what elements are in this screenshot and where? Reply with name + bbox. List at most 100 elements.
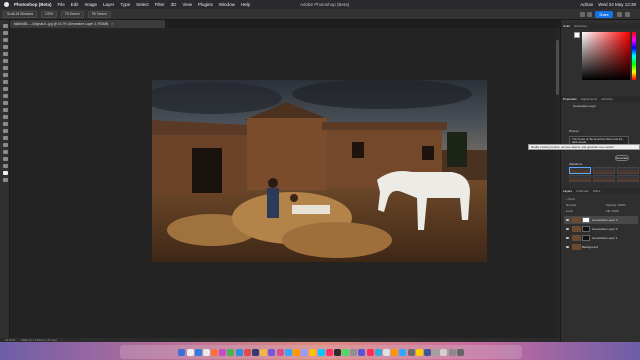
variation-thumbnail[interactable] xyxy=(569,167,591,174)
dock-app-icon[interactable] xyxy=(292,348,300,356)
zoom-level[interactable]: 16.67% xyxy=(5,338,15,342)
scrollbar-thumb[interactable] xyxy=(556,40,559,95)
menu-view[interactable]: View xyxy=(182,2,192,7)
layer-filter[interactable]: ⌕ Kind xyxy=(566,196,636,201)
gradient-tool-icon[interactable] xyxy=(2,108,8,112)
menu-file[interactable]: File xyxy=(58,2,65,7)
layer-row[interactable]: Background xyxy=(564,243,638,251)
dock-app-icon[interactable] xyxy=(448,348,456,356)
dock-app-icon[interactable] xyxy=(383,348,390,356)
menu-image[interactable]: Image xyxy=(85,2,98,7)
dock-app-icon[interactable] xyxy=(276,348,284,356)
search-icon[interactable] xyxy=(587,12,592,17)
rectangle-tool-icon[interactable] xyxy=(2,150,8,154)
dock-app-icon[interactable] xyxy=(333,348,341,356)
app-menu[interactable]: Photoshop (Beta) xyxy=(14,2,52,7)
dock-app-icon[interactable] xyxy=(399,348,407,356)
quick-mask-icon[interactable] xyxy=(2,178,8,182)
layer-mask-thumbnail[interactable] xyxy=(582,226,590,232)
dock-app-icon[interactable] xyxy=(243,348,251,356)
home-icon[interactable] xyxy=(580,12,585,17)
clock[interactable]: Wed 24 May 12:39 xyxy=(598,2,636,7)
document-tab[interactable]: fa8d0d55-...-Original-6...jpg @ 16.7% (G… xyxy=(10,20,165,28)
user-name[interactable]: Adrian xyxy=(580,2,593,7)
dock-app-icon[interactable] xyxy=(325,348,333,356)
lasso-tool-icon[interactable] xyxy=(2,38,8,42)
fill-field[interactable]: Fill: 100% xyxy=(606,209,619,213)
crop-tool-icon[interactable] xyxy=(2,52,8,56)
dock-app-icon[interactable] xyxy=(423,348,431,356)
dock-app-icon[interactable] xyxy=(268,348,276,356)
document-info[interactable]: 2048 px x 1365 px (72 ppi) xyxy=(21,338,57,342)
close-tab-icon[interactable]: × xyxy=(111,22,113,26)
layer-mask-thumbnail[interactable] xyxy=(582,235,590,241)
dock-app-icon[interactable] xyxy=(219,348,227,356)
hand-tool-icon[interactable] xyxy=(2,157,8,161)
opacity-field[interactable]: Opacity: 100% xyxy=(606,203,626,207)
type-tool-icon[interactable] xyxy=(2,136,8,140)
menu-3d[interactable]: 3D xyxy=(171,2,177,7)
dock-app-icon[interactable] xyxy=(186,348,194,356)
layer-filter-kind[interactable]: Kind xyxy=(569,197,575,201)
visibility-eye-icon[interactable] xyxy=(566,246,569,248)
dock-app-icon[interactable] xyxy=(342,348,350,356)
object-select-tool-icon[interactable] xyxy=(2,45,8,49)
tab-color[interactable]: Color xyxy=(563,24,570,28)
dock-app-icon[interactable] xyxy=(211,348,219,356)
cloud-icon[interactable] xyxy=(625,12,630,17)
pen-tool-icon[interactable] xyxy=(2,129,8,133)
variation-thumbnail[interactable] xyxy=(617,175,639,182)
blend-mode-select[interactable]: Normal xyxy=(566,203,576,207)
dock-app-icon[interactable] xyxy=(415,348,423,356)
layer-mask-thumbnail[interactable] xyxy=(582,217,590,223)
fit-screen-button[interactable]: Fit Screen xyxy=(61,10,84,18)
dock-app-icon[interactable] xyxy=(235,348,243,356)
dock-app-icon[interactable] xyxy=(252,348,259,356)
brush-tool-icon[interactable] xyxy=(2,80,8,84)
move-tool-icon[interactable] xyxy=(2,24,8,28)
menu-edit[interactable]: Edit xyxy=(71,2,79,7)
dock-app-icon[interactable] xyxy=(350,348,358,356)
healing-brush-tool-icon[interactable] xyxy=(2,73,8,77)
dock-app-icon[interactable] xyxy=(440,348,448,356)
dock-app-icon[interactable] xyxy=(227,348,235,356)
variation-thumbnail[interactable] xyxy=(593,175,615,182)
visibility-eye-icon[interactable] xyxy=(566,237,569,239)
tab-properties[interactable]: Properties xyxy=(563,97,577,101)
menu-help[interactable]: Help xyxy=(241,2,250,7)
foreground-swatch[interactable] xyxy=(574,32,580,38)
dock-app-icon[interactable] xyxy=(407,348,415,356)
tab-swatches[interactable]: Swatches xyxy=(574,24,587,28)
dock-app-icon[interactable] xyxy=(391,348,399,356)
marquee-tool-icon[interactable] xyxy=(2,31,8,35)
hue-slider[interactable] xyxy=(632,32,636,80)
visibility-eye-icon[interactable] xyxy=(566,219,569,221)
dock-app-icon[interactable] xyxy=(317,348,325,356)
tab-layers[interactable]: Layers xyxy=(563,189,572,193)
dock-app-icon[interactable] xyxy=(202,348,210,356)
layer-row[interactable]: Generative Layer 3 xyxy=(564,216,638,224)
dock-app-icon[interactable] xyxy=(284,348,292,356)
menu-plugins[interactable]: Plugins xyxy=(198,2,213,7)
generate-button[interactable]: Generate xyxy=(615,155,629,161)
dock-app-icon[interactable] xyxy=(432,348,440,356)
tab-libraries[interactable]: Libraries xyxy=(601,97,613,101)
dock-app-icon[interactable] xyxy=(456,348,464,356)
tab-channels[interactable]: Channels xyxy=(576,189,589,193)
frame-tool-icon[interactable] xyxy=(2,59,8,63)
clone-stamp-tool-icon[interactable] xyxy=(2,87,8,91)
zoom-100-button[interactable]: 100% xyxy=(41,10,58,18)
document-image[interactable] xyxy=(152,80,487,262)
layer-row[interactable]: Generative Layer 1 xyxy=(564,234,638,242)
tab-adjustments[interactable]: Adjustments xyxy=(581,97,598,101)
dock-app-icon[interactable] xyxy=(178,348,186,356)
dock-app-icon[interactable] xyxy=(309,348,317,356)
dock-app-icon[interactable] xyxy=(366,348,374,356)
tab-paths[interactable]: Paths xyxy=(593,189,601,193)
menu-type[interactable]: Type xyxy=(120,2,130,7)
share-button[interactable]: Share xyxy=(595,11,613,18)
menu-filter[interactable]: Filter xyxy=(155,2,165,7)
variation-thumbnail[interactable] xyxy=(569,175,591,182)
path-select-tool-icon[interactable] xyxy=(2,143,8,147)
apple-icon[interactable] xyxy=(4,2,9,7)
